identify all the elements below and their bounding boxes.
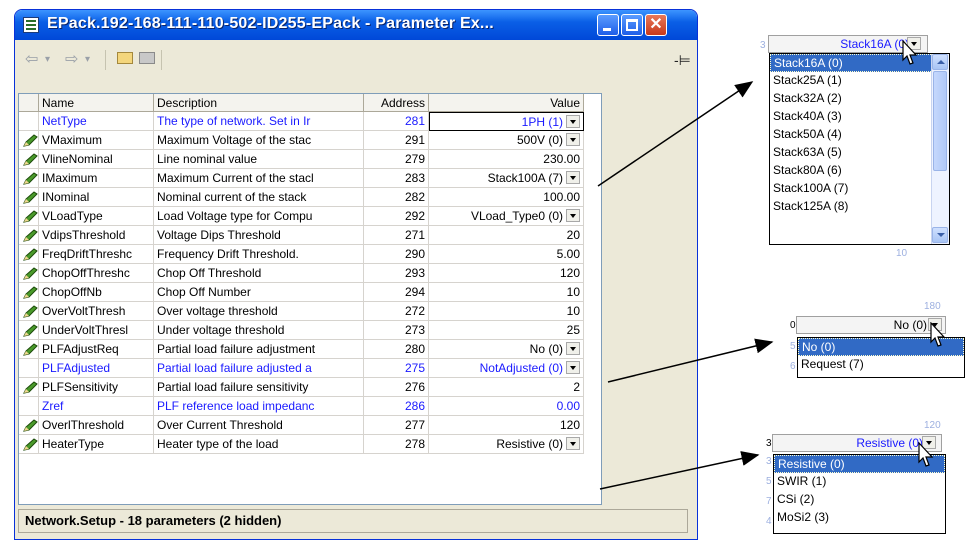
callout-arrow-plfadjustreq xyxy=(607,338,774,383)
callout-arrow-imaximum xyxy=(597,81,754,187)
callout-arrow-heatertype xyxy=(599,451,760,490)
callout-arrows xyxy=(597,81,774,490)
